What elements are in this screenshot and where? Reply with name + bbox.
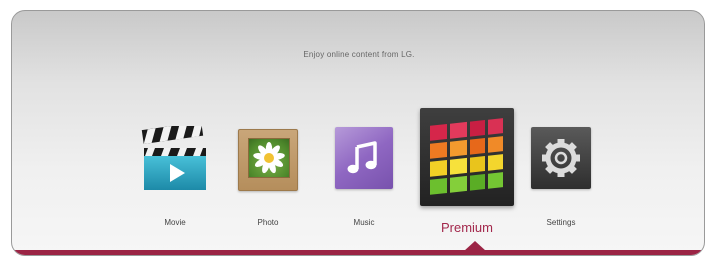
menu-label-music: Music bbox=[353, 218, 375, 227]
premium-color-grid-icon bbox=[430, 118, 503, 195]
menu-label-settings: Settings bbox=[546, 218, 576, 227]
movie-clapperboard-icon bbox=[141, 126, 206, 190]
settings-tile-icon bbox=[531, 127, 591, 189]
home-menu-panel: Enjoy online content from LG. Movie Phot… bbox=[11, 10, 705, 256]
music-tile-icon bbox=[335, 127, 393, 189]
menu-item-settings[interactable]: Settings bbox=[531, 127, 591, 227]
menu-item-movie[interactable]: Movie bbox=[140, 126, 210, 227]
photo-frame-icon bbox=[238, 129, 298, 191]
premium-tile-icon bbox=[420, 108, 514, 206]
gear-icon bbox=[542, 139, 580, 177]
menu-label-premium: Premium bbox=[440, 220, 493, 235]
menu-item-photo[interactable]: Photo bbox=[238, 129, 298, 229]
menu-item-premium[interactable]: Premium bbox=[420, 108, 514, 243]
menu-label-movie: Movie bbox=[164, 218, 186, 227]
menu-item-music[interactable]: Music bbox=[335, 127, 393, 227]
menu-label-photo: Photo bbox=[257, 218, 279, 227]
music-note-icon bbox=[347, 141, 377, 174]
tagline-text: Enjoy online content from LG. bbox=[303, 50, 415, 59]
bottom-accent-bar bbox=[12, 250, 704, 255]
photo-flower-icon bbox=[248, 138, 290, 178]
